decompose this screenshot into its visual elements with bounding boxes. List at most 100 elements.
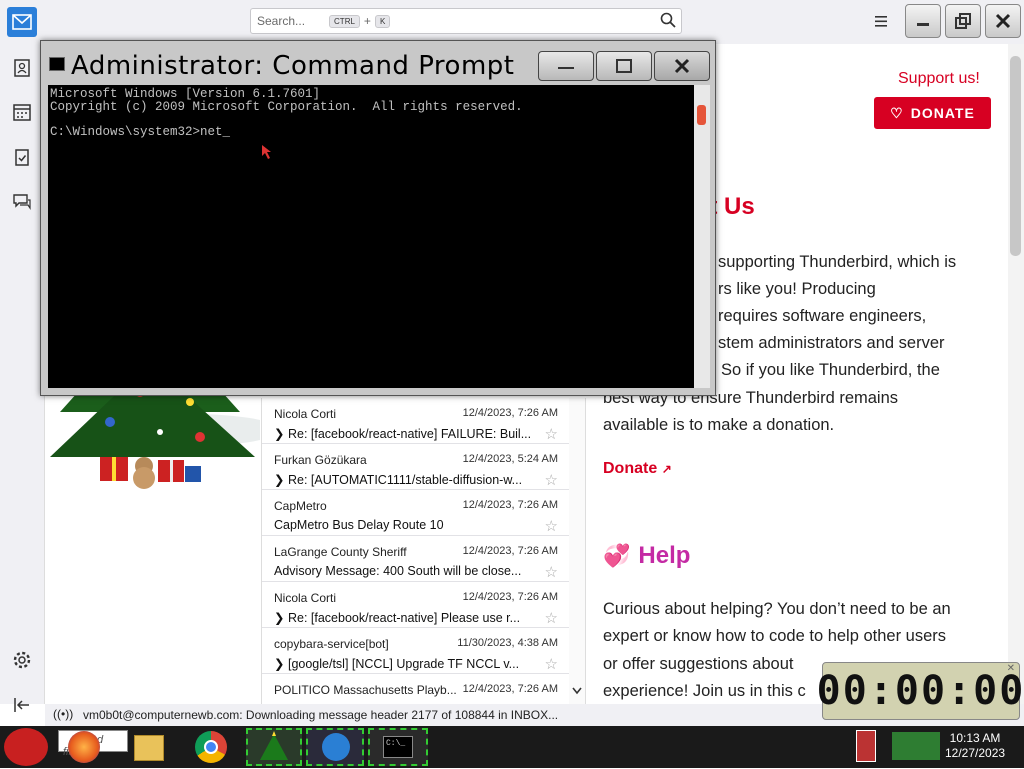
message-subject-text: Re: [AUTOMATIC1111/stable-diffusion-w... [287,473,523,487]
star-icon[interactable]: ☆ [545,517,558,535]
message-date: 11/30/2023, 4:38 AM [457,637,558,649]
message-row[interactable]: Nicola Corti 12/4/2023, 7:26 AM ❯ Re: [f… [262,398,570,444]
message-row[interactable]: CapMetro 12/4/2023, 7:26 AM CapMetro Bus… [262,490,570,536]
message-list-scrollbar[interactable] [569,398,585,704]
thread-chevron-icon[interactable]: ❯ [274,473,284,487]
message-subject: ❯ Re: [facebook/react-native] FAILURE: B… [274,426,534,441]
message-subject-text: [google/tsl] [NCCL] Upgrade TF NCCL v... [287,657,520,671]
heart-hands-icon: 💞 [603,543,631,568]
thread-chevron-icon[interactable]: ❯ [274,657,284,671]
support-paragraph-line: So if you like Thunderbird, the [721,361,940,379]
star-icon[interactable]: ☆ [545,563,558,581]
chrome-icon[interactable] [195,731,227,763]
search-placeholder: Search... [257,14,306,28]
message-row[interactable]: copybara-service[bot] 11/30/2023, 4:38 A… [262,628,570,674]
message-sender: LaGrange County Sheriff [274,545,407,559]
chat-icon[interactable] [12,192,32,212]
help-paragraph-line: Curious about helping? You don’t need to… [603,600,951,618]
address-book-icon[interactable] [12,58,32,78]
console-line: Copyright (c) 2009 Microsoft Corporation… [50,99,523,114]
command-prompt-window[interactable]: Administrator: Command Prompt Microsoft … [40,40,716,396]
help-paragraph-line: or offer suggestions about [603,655,794,673]
message-subject: ❯ Re: [facebook/react-native] Please use… [274,610,534,625]
star-icon[interactable]: ☆ [545,471,558,489]
taskbar-cmd-app[interactable]: C:\_ [368,728,428,766]
minimize-button[interactable] [905,4,941,38]
donate-button[interactable]: ♡ DONATE [874,97,991,129]
help-heading-label: Help [638,542,691,569]
message-row[interactable]: LaGrange County Sheriff 12/4/2023, 7:26 … [262,536,570,582]
support-paragraph-line: available is to make a donation. [603,416,835,434]
support-paragraph-line: supporting Thunderbird, which is [718,253,957,271]
scroll-down-icon [572,687,582,695]
file-explorer-icon[interactable] [134,735,164,761]
tray-flag-icon[interactable] [856,730,876,762]
close-button[interactable] [985,4,1021,38]
search-input[interactable]: Search... CTRL + K [250,8,682,34]
message-subject: CapMetro Bus Delay Route 10 [274,518,444,532]
cmd-console[interactable]: Microsoft Windows [Version 6.1.7601] Copy… [48,85,694,388]
shortcut-key: CTRL [329,14,360,28]
collapse-icon[interactable] [12,695,32,715]
support-paragraph-line: stem administrators and server [718,334,945,352]
tray-icons[interactable] [892,732,940,760]
message-row[interactable]: Nicola Corti 12/4/2023, 7:26 AM ❯ Re: [f… [262,582,570,628]
start-button[interactable] [4,728,48,766]
clock-date: 12/27/2023 [945,746,1006,760]
activity-icon: ((•)) [53,707,74,721]
message-subject: Advisory Message: 400 South will be clos… [274,564,522,578]
message-subject: ❯ Re: [AUTOMATIC1111/stable-diffusion-w.… [274,472,534,487]
cmd-maximize-button[interactable] [596,51,652,81]
timer-widget[interactable]: 00:00:00 ✕ [817,662,1023,720]
support-paragraph-line: requires software engineers, [718,307,927,325]
menu-icon[interactable] [872,12,890,30]
donate-button-label: DONATE [910,105,975,121]
support-link[interactable]: Support us! [898,70,980,88]
firefox-icon[interactable] [68,731,100,763]
thread-chevron-icon[interactable]: ❯ [274,611,284,625]
donate-link-label: Donate [603,460,658,477]
star-icon[interactable]: ☆ [545,425,558,443]
gear-icon[interactable] [12,650,32,670]
message-list: Nicola Corti 12/4/2023, 7:26 AM ❯ Re: [f… [261,398,586,704]
calendar-icon[interactable] [12,102,32,122]
message-subject-text: Re: [facebook/react-native] FAILURE: Bui… [287,427,532,441]
message-sender: copybara-service[bot] [274,637,389,651]
message-date: 12/4/2023, 5:24 AM [462,453,558,465]
cmd-minimize-button[interactable] [538,51,594,81]
message-date: 12/4/2023, 7:26 AM [462,499,558,511]
clock[interactable]: 10:13 AM 12/27/2023 [945,731,1005,761]
taskbar-thunderbird-app[interactable] [306,728,364,766]
message-sender: Furkan Gözükara [274,453,367,467]
message-row[interactable]: Furkan Gözükara 12/4/2023, 5:24 AM ❯ Re:… [262,444,570,490]
message-subject: ❯ [google/tsl] [NCCL] Upgrade TF NCCL v.… [274,656,534,671]
taskbar-tree-app[interactable] [246,728,302,766]
restore-button[interactable] [945,4,981,38]
status-text: vm0b0t@computernewb.com: Downloading mes… [83,708,559,722]
help-heading: 💞 Help [603,542,690,570]
cmd-scrollbar[interactable] [694,85,710,388]
star-icon[interactable]: ☆ [545,609,558,627]
thread-chevron-icon[interactable]: ❯ [274,427,284,441]
message-date: 12/4/2023, 7:26 AM [462,407,558,419]
search-icon[interactable] [660,12,676,28]
cmd-app-icon [49,57,65,71]
donate-link[interactable]: Donate ↗ [603,460,672,478]
message-row[interactable]: POLITICO Massachusetts Playb... 12/4/202… [262,674,570,704]
tasks-icon[interactable] [12,147,32,167]
shortcut-plus: + [363,14,371,28]
mail-icon[interactable] [7,7,37,37]
message-date: 12/4/2023, 7:26 AM [462,545,558,557]
message-date: 12/4/2023, 7:26 AM [462,591,558,603]
close-icon[interactable]: ✕ [1007,663,1015,674]
cursor-icon [262,145,274,164]
content-scrollbar-thumb[interactable] [1010,56,1021,256]
cmd-close-button[interactable] [654,51,710,81]
heart-icon: ♡ [890,104,904,121]
cmd-window-title: Administrator: Command Prompt [71,51,515,81]
message-sender: Nicola Corti [274,407,337,421]
message-date: 12/4/2023, 7:26 AM [462,683,558,695]
cmd-scrollbar-thumb[interactable] [697,105,706,125]
star-icon[interactable]: ☆ [545,655,558,673]
